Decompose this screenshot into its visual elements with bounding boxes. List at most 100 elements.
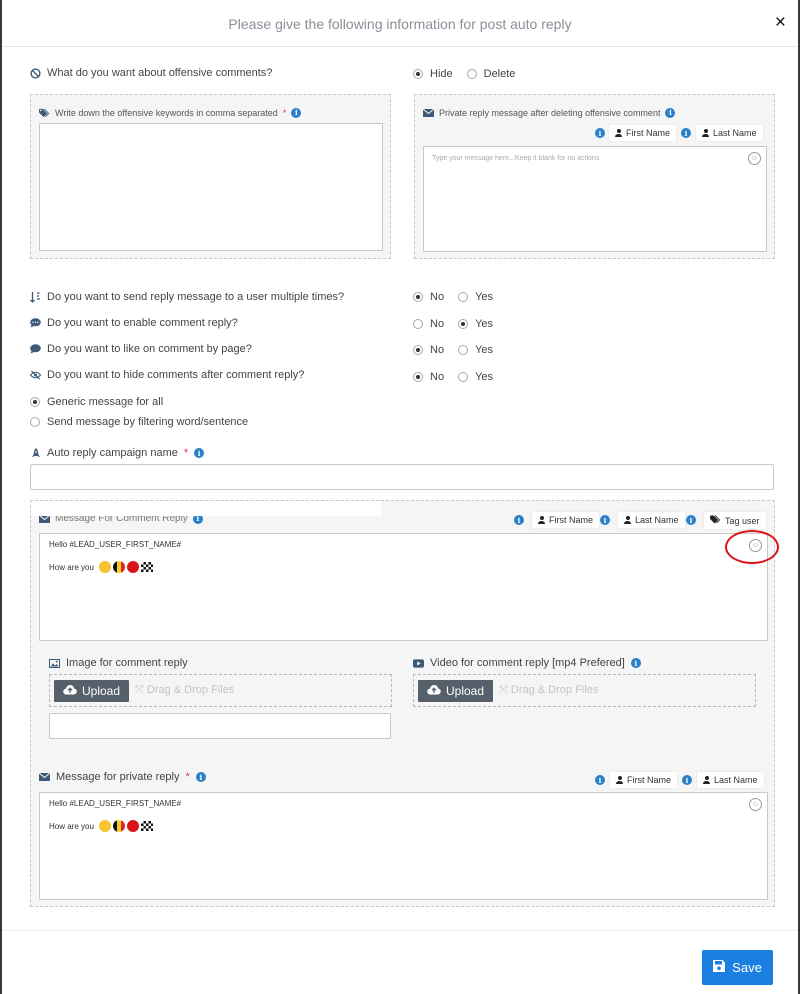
multiple-times-yes-option[interactable]: Yes (458, 291, 493, 303)
save-button[interactable]: Save (702, 950, 773, 985)
albania-flag-icon (126, 561, 139, 573)
close-button[interactable]: × (775, 13, 786, 32)
radio-no[interactable] (413, 319, 423, 329)
image-upload-button[interactable]: Upload (54, 679, 130, 702)
radio-filter[interactable] (30, 417, 40, 427)
radio-delete[interactable] (466, 69, 477, 79)
private-reply-textarea[interactable]: Hello #LEAD_USER_FIRST_NAME# How are you… (39, 792, 768, 900)
enable-comment-reply-radio-group: No Yes (413, 318, 507, 330)
checkered-flag-icon (140, 821, 153, 831)
last-name-info-icon[interactable]: i (681, 128, 691, 138)
first-name-info-icon[interactable]: i (595, 128, 605, 138)
video-reply-label: Video for comment reply [mp4 Prefered] i (413, 657, 641, 669)
question-like-comment: Do you want to like on comment by page? (30, 343, 252, 355)
radio-yes[interactable] (458, 319, 469, 329)
checkered-flag-icon (140, 562, 153, 572)
comment-icon (30, 344, 41, 355)
envelope-icon (39, 772, 50, 783)
belgium-flag-icon (112, 820, 125, 832)
message-type-generic-option[interactable]: Generic message for all (30, 396, 163, 408)
private-reply-placeholder: Type your message here...Keep it blank f… (432, 155, 600, 162)
like-comment-yes-option[interactable]: Yes (458, 344, 493, 356)
last-name-chip[interactable]: Last Name (617, 511, 686, 529)
heart-eyes-emoji-icon (98, 561, 111, 573)
emoji-picker-icon[interactable]: ☺ (748, 152, 761, 165)
radio-hide[interactable] (413, 69, 423, 79)
last-name-chip[interactable]: Last Name (695, 124, 764, 142)
radio-yes[interactable] (458, 345, 469, 355)
info-icon[interactable]: i (195, 772, 206, 782)
radio-no[interactable] (413, 372, 423, 382)
eye-slash-icon (30, 370, 41, 381)
private-reply-offensive-textarea[interactable]: Type your message here...Keep it blank f… (423, 146, 767, 252)
hide-after-reply-yes-option[interactable]: Yes (458, 371, 493, 383)
hide-after-reply-no-option[interactable]: No (413, 371, 444, 383)
like-comment-radio-group: No Yes (413, 344, 507, 356)
first-name-info-icon[interactable]: i (514, 515, 524, 525)
private-reply-offensive-panel: Private reply message after deleting off… (414, 94, 775, 259)
tag-user-info-icon[interactable]: i (686, 515, 696, 525)
offensive-keywords-textarea[interactable] (39, 123, 383, 251)
first-name-info-icon[interactable]: i (595, 775, 605, 785)
radio-generic[interactable] (30, 397, 40, 407)
radio-yes[interactable] (458, 292, 469, 302)
heart-eyes-emoji-icon (98, 820, 111, 832)
video-drag-drop-text: ⤧ Drag & Drop Files (499, 684, 599, 696)
image-dropzone[interactable]: Upload ⤧ Drag & Drop Files (49, 674, 392, 707)
comment-reply-textarea[interactable]: Hello #LEAD_USER_FIRST_NAME# How are you… (39, 530, 779, 641)
user-icon (616, 776, 623, 784)
hide-after-reply-radio-group: No Yes (413, 371, 507, 383)
radio-no[interactable] (413, 345, 423, 355)
radio-no[interactable] (413, 292, 423, 302)
cloud-upload-icon (63, 684, 77, 698)
offensive-hide-option[interactable]: Hide (413, 68, 453, 80)
user-icon (615, 129, 622, 137)
enable-comment-reply-no-option[interactable]: No (413, 318, 444, 330)
keywords-label: Write down the offensive keywords in com… (39, 107, 302, 118)
clipped-overlay (31, 501, 381, 516)
footer-divider (2, 930, 798, 931)
user-icon (703, 776, 710, 784)
info-icon[interactable]: i (194, 448, 205, 458)
first-name-chip[interactable]: First Name (608, 124, 678, 142)
image-url-input[interactable] (49, 713, 391, 739)
private-reply-line-2: How are you (49, 820, 153, 832)
multiple-times-no-option[interactable]: No (413, 291, 444, 303)
private-reply-offensive-label: Private reply message after deleting off… (423, 107, 676, 118)
image-icon (49, 658, 60, 669)
cloud-upload-icon (427, 684, 441, 698)
user-icon (538, 516, 545, 524)
video-upload-button[interactable]: Upload (418, 679, 494, 702)
enable-comment-reply-yes-option[interactable]: Yes (458, 318, 493, 330)
question-enable-comment-reply: Do you want to enable comment reply? (30, 317, 238, 329)
first-name-chip[interactable]: First Name (531, 511, 601, 529)
question-hide-after-reply: Do you want to hide comments after comme… (30, 369, 304, 381)
image-drag-drop-text: ⤧ Drag & Drop Files (135, 684, 235, 696)
like-comment-no-option[interactable]: No (413, 344, 444, 356)
sort-icon (30, 291, 41, 303)
post-auto-reply-modal: Please give the following information fo… (2, 0, 798, 994)
message-type-filter-option[interactable]: Send message by filtering word/sentence (30, 416, 248, 428)
offensive-delete-option[interactable]: Delete (466, 68, 515, 80)
offensive-action-radio-group: Hide Delete (413, 68, 529, 80)
offensive-question-text: What do you want about offensive comment… (47, 67, 273, 79)
private-reply-line-1: Hello #LEAD_USER_FIRST_NAME# (49, 799, 182, 808)
campaign-name-input[interactable] (30, 464, 774, 490)
first-name-chip[interactable]: First Name (609, 771, 679, 789)
radio-yes[interactable] (458, 372, 469, 382)
info-icon[interactable]: i (291, 107, 302, 118)
private-reply-label: Message for private reply * i (39, 771, 206, 783)
info-icon[interactable]: i (665, 107, 676, 118)
envelope-icon (423, 107, 434, 118)
youtube-icon (413, 658, 424, 669)
last-name-chip[interactable]: Last Name (696, 771, 765, 789)
offensive-keywords-panel: Write down the offensive keywords in com… (30, 94, 391, 259)
last-name-info-icon[interactable]: i (600, 515, 610, 525)
video-dropzone[interactable]: Upload ⤧ Drag & Drop Files (413, 674, 756, 707)
comment-reply-line-1: Hello #LEAD_USER_FIRST_NAME# (49, 540, 182, 549)
tag-user-chip[interactable]: Tag user (703, 511, 767, 530)
emoji-picker-icon[interactable]: ☺ (749, 798, 762, 811)
question-multiple-times: Do you want to send reply message to a u… (30, 291, 344, 303)
info-icon[interactable]: i (630, 658, 641, 668)
last-name-info-icon[interactable]: i (682, 775, 692, 785)
